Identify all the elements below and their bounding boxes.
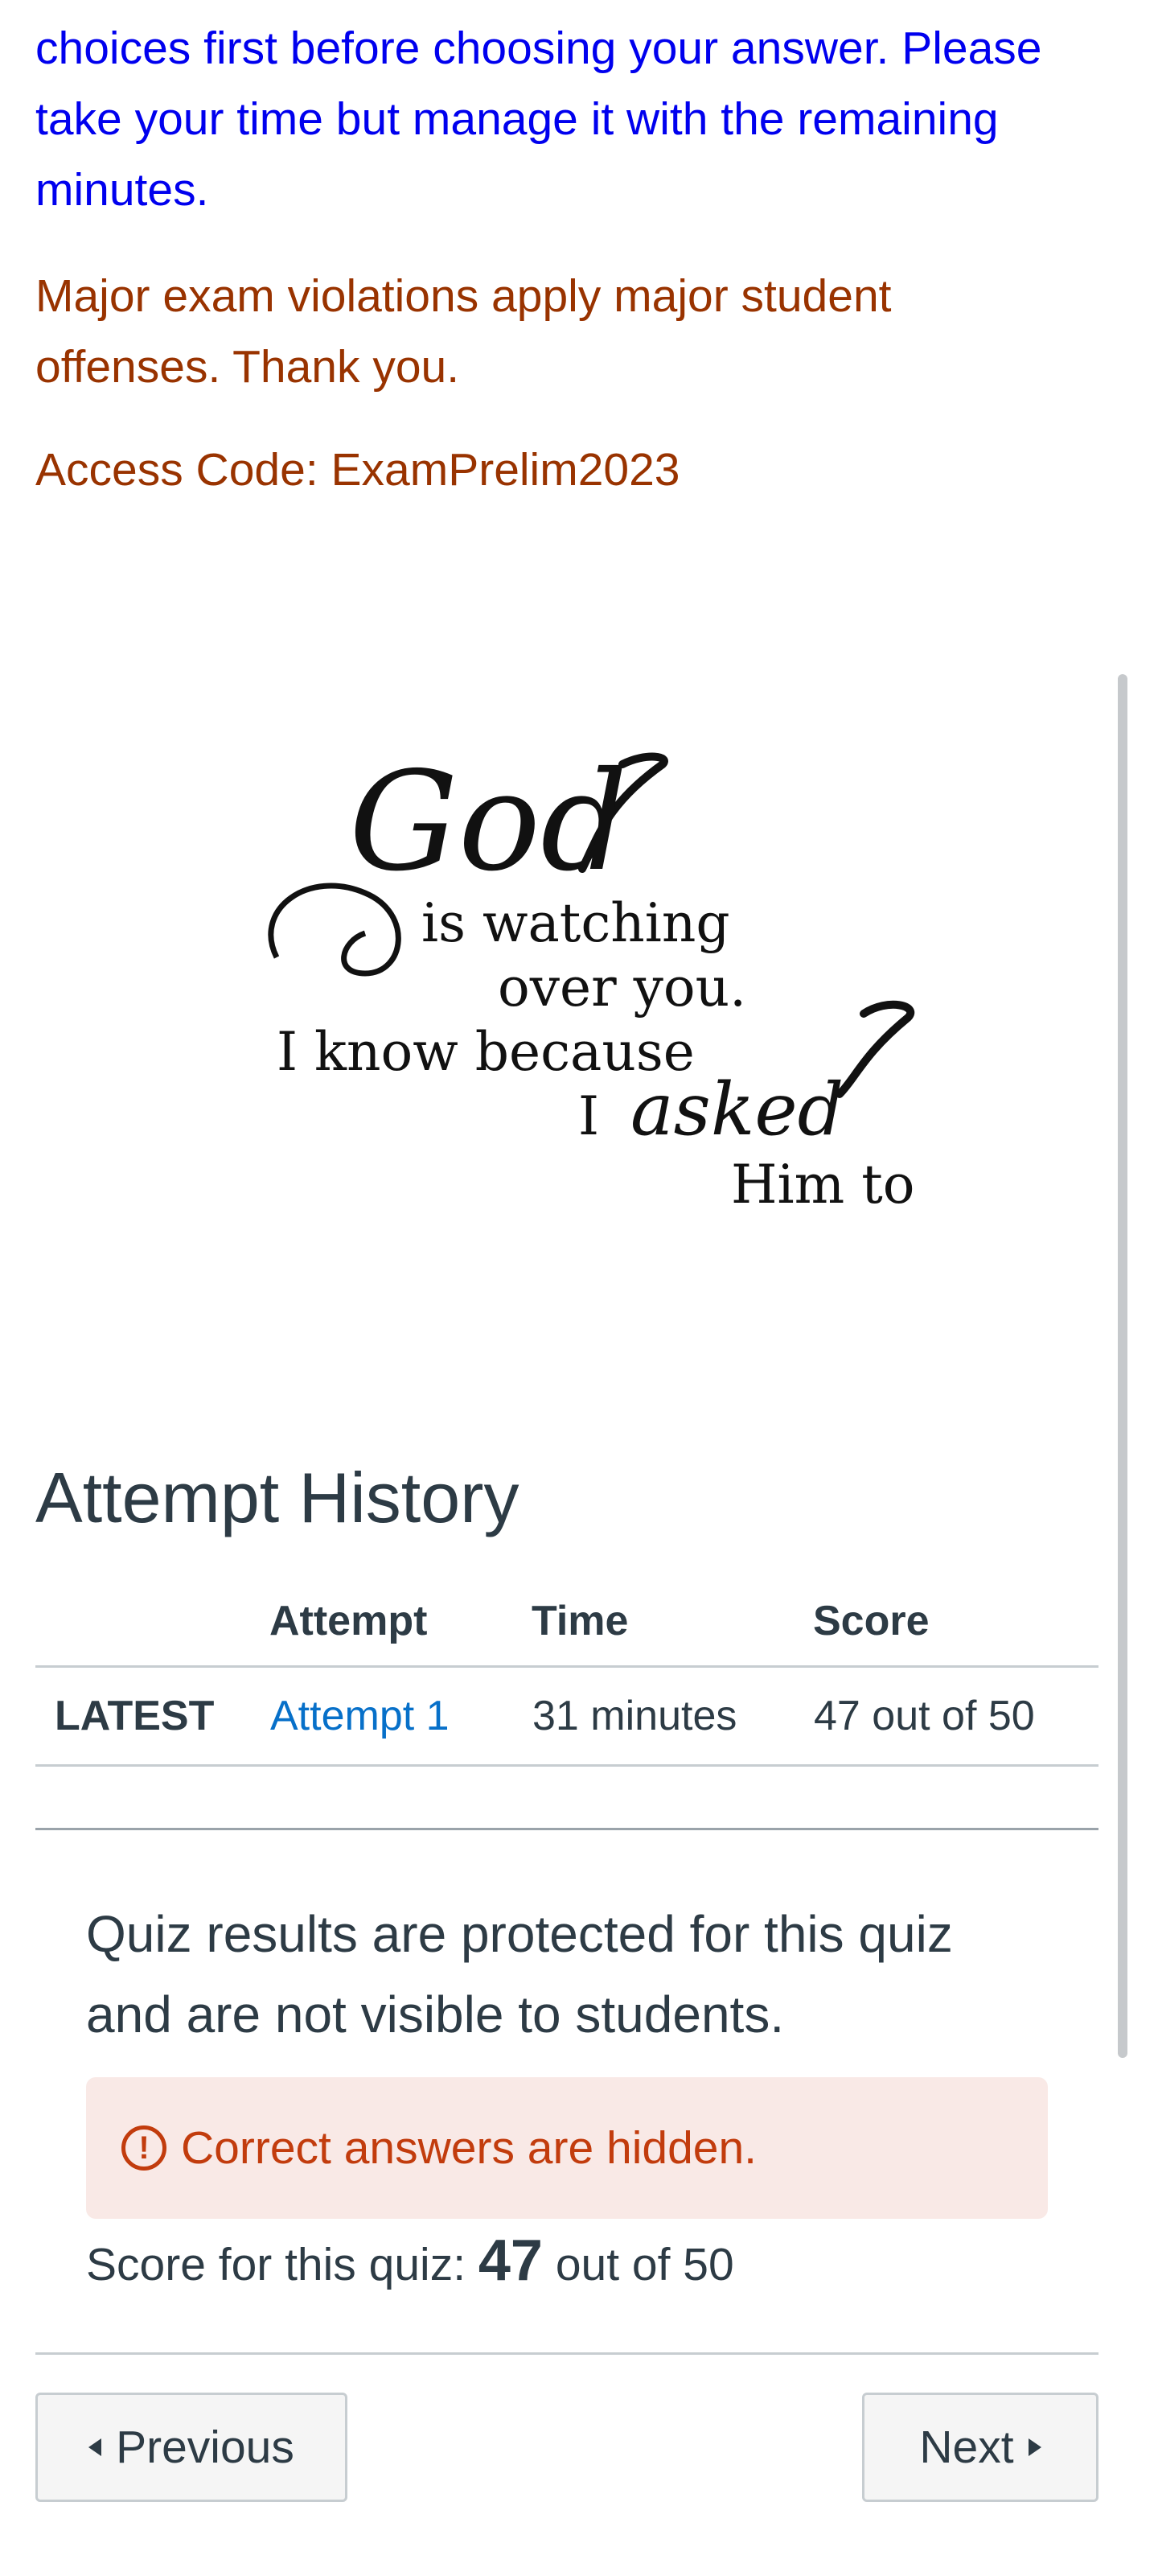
attempt-score: 47 out of 50 <box>814 1693 1035 1739</box>
attempt-history-title: Attempt History <box>35 1458 519 1537</box>
caret-left-icon <box>88 2438 102 2456</box>
score-prefix: Score for this quiz: <box>86 2239 466 2290</box>
exclamation-circle-icon: ! <box>121 2125 166 2171</box>
quote-script-asked: asked <box>630 1068 844 1152</box>
next-label: Next <box>919 2422 1014 2473</box>
quote-image: God is watching over you. I know because… <box>244 708 984 1255</box>
footer-divider <box>35 2352 1098 2355</box>
quote-line-3: over you. <box>498 957 746 1018</box>
score-suffix: out of 50 <box>555 2239 734 2290</box>
table-row: LATEST Attempt 1 31 minutes 47 out of 50 <box>35 1667 1098 1766</box>
correct-answers-hidden-alert: ! Correct answers are hidden. <box>86 2077 1048 2219</box>
quote-graphic: God is watching over you. I know because… <box>268 743 915 1216</box>
quote-line-6: Him to <box>731 1154 915 1216</box>
score-value: 47 <box>478 2228 543 2293</box>
column-header-time: Time <box>532 1598 629 1644</box>
quiz-score: Score for this quiz: 47 out of 50 <box>86 2228 734 2297</box>
scrollbar-thumb[interactable] <box>1118 674 1127 2058</box>
section-divider <box>35 1828 1098 1830</box>
column-header-attempt: Attempt <box>269 1598 428 1644</box>
table-header-row: Attempt Time Score <box>35 1577 1098 1667</box>
access-code: Access Code: ExamPrelim2023 <box>35 444 680 496</box>
attempt-history-table: Attempt Time Score LATEST Attempt 1 31 m… <box>35 1577 1098 1767</box>
previous-label: Previous <box>116 2422 294 2473</box>
results-protected-message: Quiz results are protected for this quiz… <box>86 1905 953 2043</box>
quote-script-god: God <box>349 743 628 902</box>
column-header-score: Score <box>813 1598 930 1644</box>
latest-label: LATEST <box>55 1693 215 1739</box>
quote-line-5-prefix: I <box>578 1085 599 1147</box>
script-flourish-right <box>836 1000 914 1098</box>
column-header-label <box>35 1577 269 1667</box>
quote-line-2: is watching <box>421 892 730 954</box>
attempt-1-link[interactable]: Attempt 1 <box>270 1693 450 1739</box>
attempt-time: 31 minutes <box>532 1693 737 1739</box>
alert-text: Correct answers are hidden. <box>181 2122 758 2174</box>
instructions-text: choices first before choosing your answe… <box>35 23 1042 216</box>
violations-notice: Major exam violations apply major studen… <box>35 270 892 393</box>
caret-right-icon <box>1028 2438 1041 2456</box>
next-button[interactable]: Next <box>862 2393 1098 2502</box>
previous-button[interactable]: Previous <box>35 2393 347 2502</box>
